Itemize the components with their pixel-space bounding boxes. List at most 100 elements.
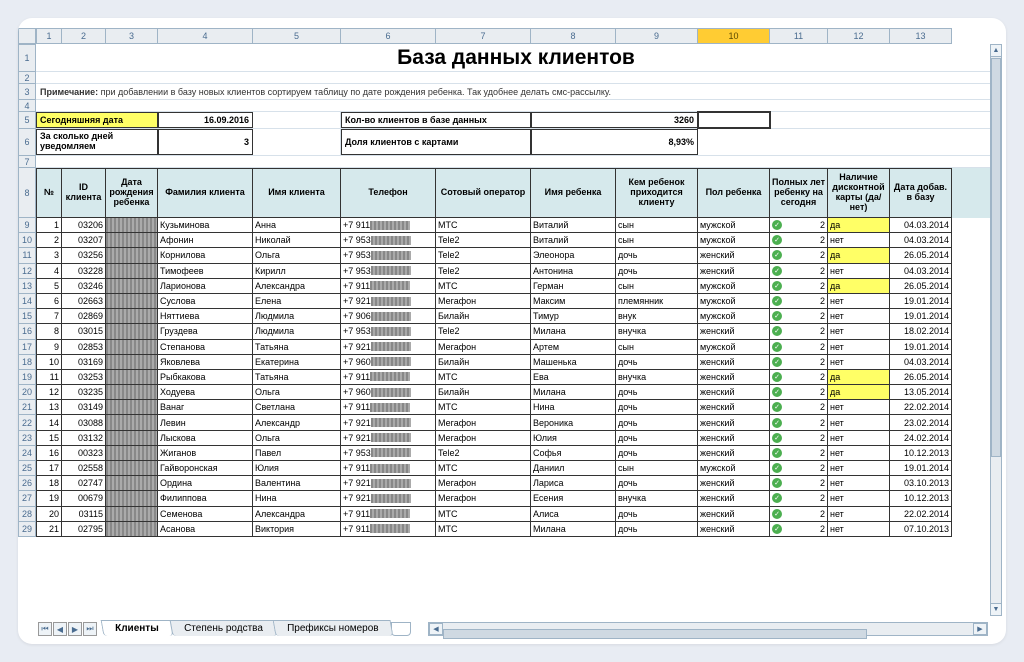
scroll-left-button[interactable]: ◀ bbox=[429, 623, 443, 635]
table-cell[interactable]: Tele2 bbox=[436, 233, 531, 248]
table-cell[interactable]: сын bbox=[616, 218, 698, 233]
table-cell[interactable]: сын bbox=[616, 279, 698, 294]
table-cell[interactable]: Tele2 bbox=[436, 248, 531, 263]
table-row[interactable]: 1003169ЯковлеваЕкатерина+7 960 БилайнМаш… bbox=[36, 355, 996, 370]
column-header-1[interactable]: 1 bbox=[36, 28, 62, 44]
table-cell[interactable]: нет bbox=[828, 431, 890, 446]
table-cell[interactable]: Мегафон bbox=[436, 415, 531, 430]
table-cell[interactable]: Анна bbox=[253, 218, 341, 233]
table-cell[interactable]: 02663 bbox=[62, 294, 106, 309]
table-cell[interactable]: Ванаг bbox=[158, 400, 253, 415]
sheet-tab[interactable]: Клиенты bbox=[101, 620, 173, 636]
table-cell[interactable]: Tele2 bbox=[436, 264, 531, 279]
table-cell[interactable]: 03088 bbox=[62, 415, 106, 430]
table-cell[interactable]: Вероника bbox=[531, 415, 616, 430]
table-cell[interactable]: Софья bbox=[531, 446, 616, 461]
table-cell[interactable]: Суслова bbox=[158, 294, 253, 309]
table-cell[interactable]: 6 bbox=[36, 294, 62, 309]
table-cell[interactable]: +7 921 bbox=[341, 476, 436, 491]
table-cell[interactable]: мужской bbox=[698, 309, 770, 324]
table-cell[interactable]: Милана bbox=[531, 324, 616, 339]
tab-last-button[interactable]: ⏭ bbox=[83, 622, 97, 636]
table-cell[interactable]: ✓2 bbox=[770, 324, 828, 339]
row-header-18[interactable]: 18 bbox=[18, 355, 36, 370]
table-cell[interactable]: Лыскова bbox=[158, 431, 253, 446]
table-cell[interactable]: 02795 bbox=[62, 522, 106, 537]
table-cell[interactable]: дочь bbox=[616, 355, 698, 370]
table-cell[interactable]: 04.03.2014 bbox=[890, 218, 952, 233]
table-cell[interactable]: женский bbox=[698, 370, 770, 385]
table-cell[interactable]: 21 bbox=[36, 522, 62, 537]
table-cell[interactable]: 03256 bbox=[62, 248, 106, 263]
table-header-cell[interactable]: Имя ребенка bbox=[531, 168, 616, 218]
table-cell[interactable]: Машенька bbox=[531, 355, 616, 370]
table-row[interactable]: 1600323ЖигановПавел+7 953 Tele2Софьядочь… bbox=[36, 446, 996, 461]
table-cell[interactable]: Татьяна bbox=[253, 370, 341, 385]
table-cell[interactable] bbox=[106, 385, 158, 400]
table-cell[interactable]: Афонин bbox=[158, 233, 253, 248]
table-cell[interactable]: Няттиева bbox=[158, 309, 253, 324]
row-header-9[interactable]: 9 bbox=[18, 218, 36, 233]
table-cell[interactable]: мужской bbox=[698, 340, 770, 355]
row-header-27[interactable]: 27 bbox=[18, 491, 36, 506]
table-cell[interactable]: 07.10.2013 bbox=[890, 522, 952, 537]
table-cell[interactable]: нет bbox=[828, 294, 890, 309]
row-header-10[interactable]: 10 bbox=[18, 233, 36, 248]
table-cell[interactable]: 5 bbox=[36, 279, 62, 294]
table-cell[interactable]: Людмила bbox=[253, 309, 341, 324]
table-cell[interactable]: нет bbox=[828, 340, 890, 355]
table-cell[interactable]: Виталий bbox=[531, 218, 616, 233]
table-cell[interactable] bbox=[106, 309, 158, 324]
table-cell[interactable] bbox=[106, 279, 158, 294]
table-cell[interactable]: дочь bbox=[616, 400, 698, 415]
table-cell[interactable]: ✓2 bbox=[770, 431, 828, 446]
table-cell[interactable]: 12 bbox=[36, 385, 62, 400]
table-cell[interactable]: +7 911 bbox=[341, 218, 436, 233]
table-cell[interactable]: ✓2 bbox=[770, 415, 828, 430]
table-header-cell[interactable]: Полных лет ребенку на сегодня bbox=[770, 168, 828, 218]
table-cell[interactable]: 03115 bbox=[62, 507, 106, 522]
table-cell[interactable] bbox=[106, 431, 158, 446]
table-cell[interactable]: ✓2 bbox=[770, 279, 828, 294]
row-header-5[interactable]: 5 bbox=[18, 112, 36, 129]
table-cell[interactable]: +7 906 bbox=[341, 309, 436, 324]
table-cell[interactable]: 17 bbox=[36, 461, 62, 476]
table-cell[interactable]: +7 921 bbox=[341, 294, 436, 309]
row-header-3[interactable]: 3 bbox=[18, 84, 36, 100]
table-cell[interactable] bbox=[106, 340, 158, 355]
table-cell[interactable]: 02853 bbox=[62, 340, 106, 355]
table-cell[interactable]: +7 953 bbox=[341, 248, 436, 263]
table-cell[interactable]: Ольга bbox=[253, 248, 341, 263]
row-header-4[interactable]: 4 bbox=[18, 100, 36, 112]
table-cell[interactable]: Милана bbox=[531, 385, 616, 400]
table-cell[interactable]: Юлия bbox=[531, 431, 616, 446]
table-cell[interactable]: Нина bbox=[531, 400, 616, 415]
row-header-1[interactable]: 1 bbox=[18, 44, 36, 72]
table-cell[interactable]: Лариса bbox=[531, 476, 616, 491]
table-cell[interactable]: +7 960 bbox=[341, 355, 436, 370]
row-header-17[interactable]: 17 bbox=[18, 340, 36, 355]
table-cell[interactable]: Ларионова bbox=[158, 279, 253, 294]
table-cell[interactable]: Филиппова bbox=[158, 491, 253, 506]
table-header-cell[interactable]: Имя клиента bbox=[253, 168, 341, 218]
table-cell[interactable]: нет bbox=[828, 491, 890, 506]
table-cell[interactable]: да bbox=[828, 279, 890, 294]
table-cell[interactable]: Ходуева bbox=[158, 385, 253, 400]
table-cell[interactable]: Юлия bbox=[253, 461, 341, 476]
table-cell[interactable]: Валентина bbox=[253, 476, 341, 491]
table-cell[interactable]: Герман bbox=[531, 279, 616, 294]
table-cell[interactable] bbox=[106, 507, 158, 522]
table-row[interactable]: 1103253РыбкаковаТатьяна+7 911 МТСЕвавнуч… bbox=[36, 370, 996, 385]
table-cell[interactable]: +7 921 bbox=[341, 491, 436, 506]
table-cell[interactable]: ✓2 bbox=[770, 233, 828, 248]
row-header-2[interactable]: 2 bbox=[18, 72, 36, 84]
table-cell[interactable]: Виктория bbox=[253, 522, 341, 537]
table-cell[interactable]: нет bbox=[828, 461, 890, 476]
row-header-11[interactable]: 11 bbox=[18, 248, 36, 263]
table-cell[interactable]: 03228 bbox=[62, 264, 106, 279]
table-cell[interactable]: Милана bbox=[531, 522, 616, 537]
table-cell[interactable]: Александра bbox=[253, 279, 341, 294]
table-cell[interactable]: +7 953 bbox=[341, 446, 436, 461]
table-cell[interactable]: женский bbox=[698, 400, 770, 415]
table-cell[interactable]: нет bbox=[828, 355, 890, 370]
